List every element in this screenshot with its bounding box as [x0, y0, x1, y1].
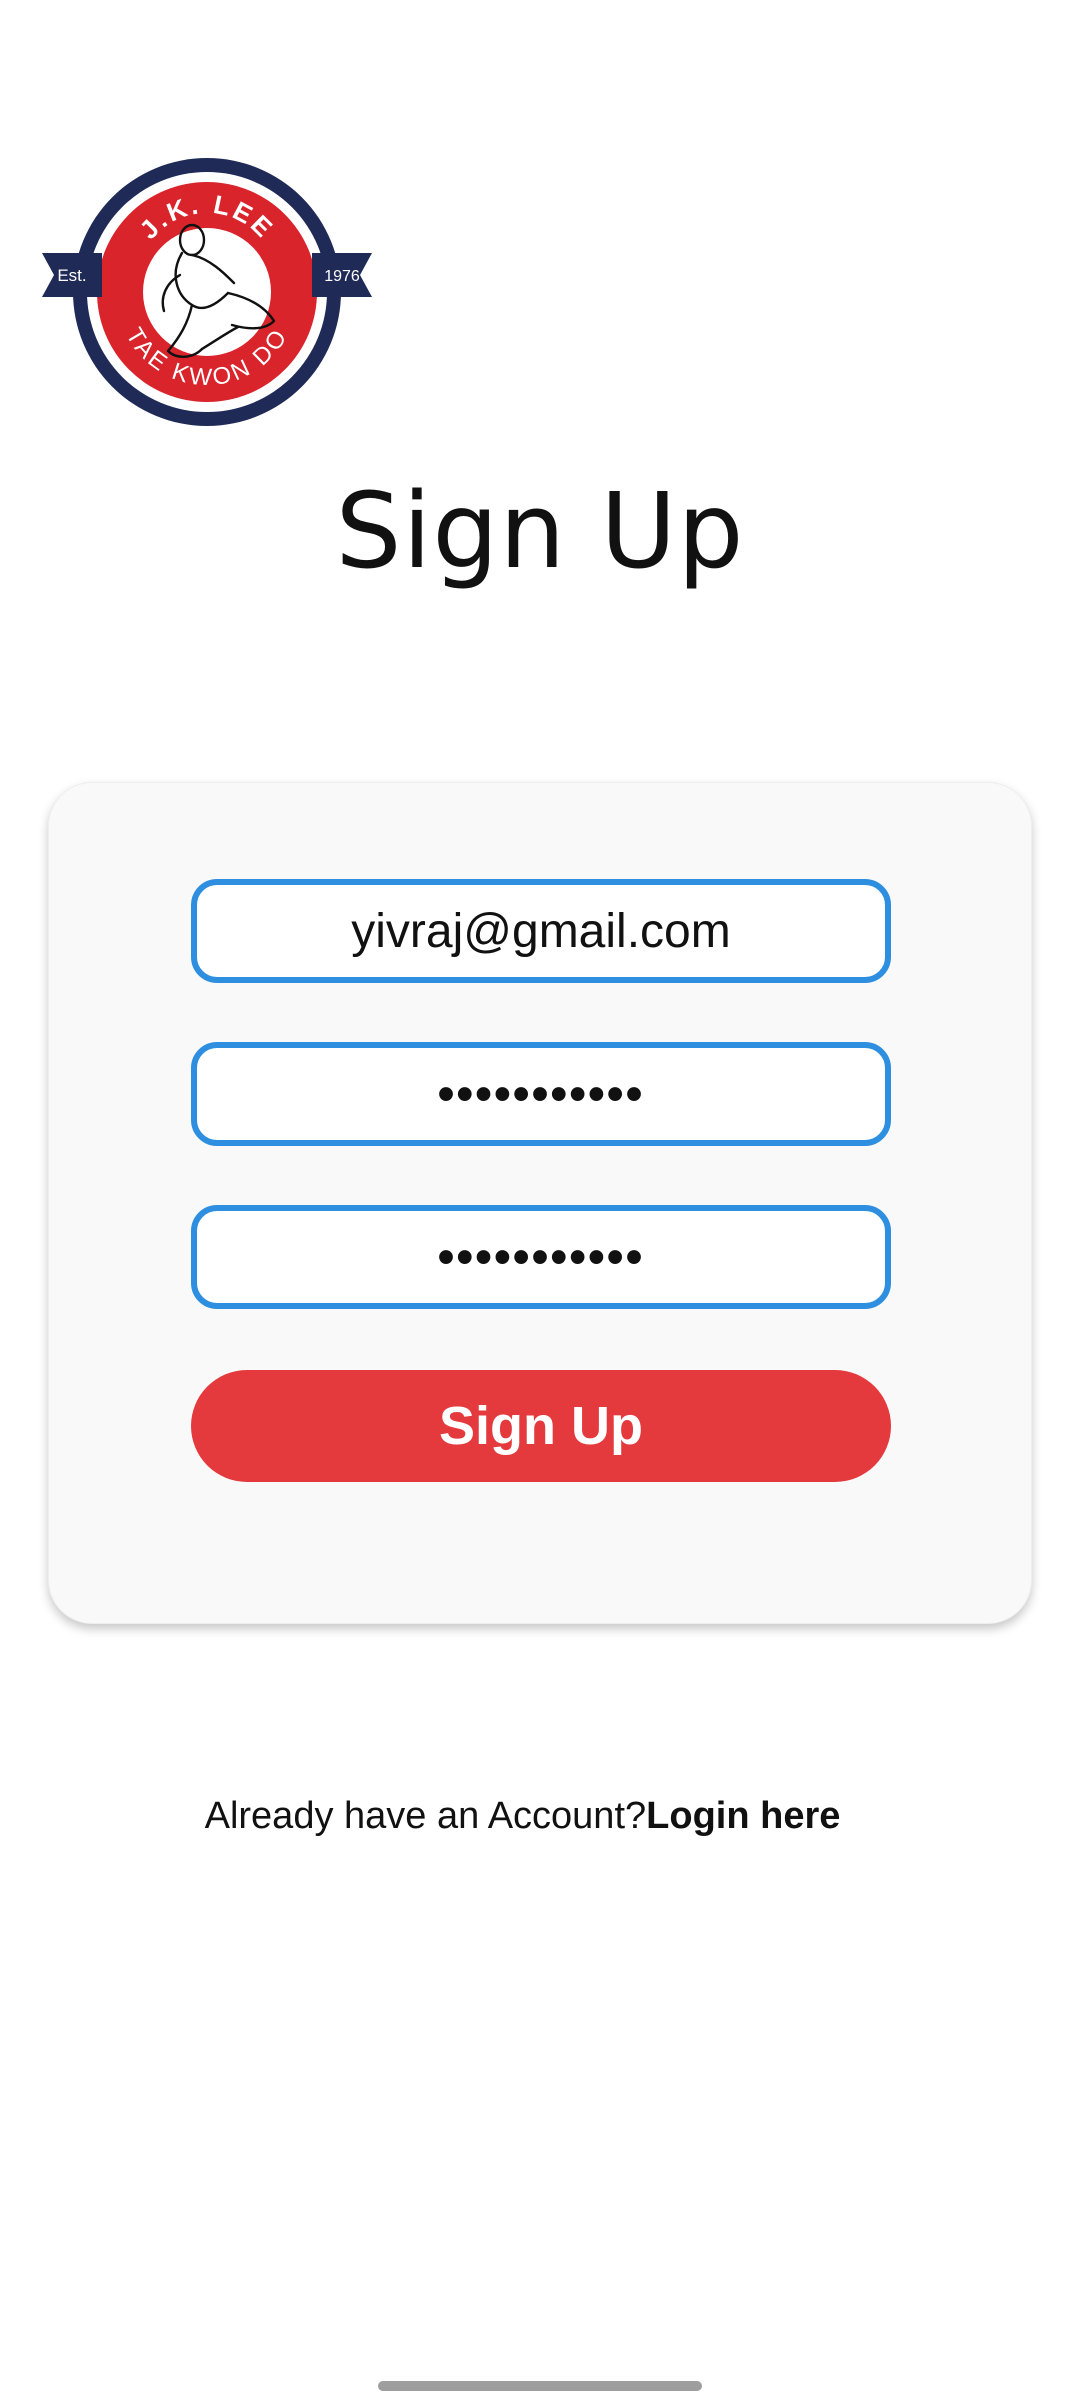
home-gesture-bar[interactable]	[378, 2381, 702, 2391]
password-mask: •••••••••••	[437, 1067, 645, 1121]
login-prompt-text: Already have an Account?	[204, 1795, 647, 1837]
signup-screen: Est. 1976 J.K. LEE TAE KWON DO Sign Up y…	[0, 0, 1080, 2408]
sign-up-button[interactable]: Sign Up	[191, 1370, 891, 1482]
login-here-link[interactable]: Login here	[646, 1795, 840, 1837]
confirm-password-mask: •••••••••••	[437, 1230, 645, 1284]
logo-est-text: Est.	[57, 266, 86, 285]
password-field[interactable]: •••••••••••	[191, 1042, 891, 1146]
page-title: Sign Up	[335, 470, 745, 592]
confirm-password-field[interactable]: •••••••••••	[191, 1205, 891, 1309]
jk-lee-taekwondo-logo: Est. 1976 J.K. LEE TAE KWON DO	[42, 155, 372, 430]
logo-year-text: 1976	[324, 268, 360, 285]
email-field[interactable]	[191, 879, 891, 983]
email-input[interactable]	[197, 885, 885, 977]
login-prompt: Already have an Account?Login here	[0, 1795, 1045, 1838]
signup-card: ••••••••••• ••••••••••• Sign Up	[48, 782, 1032, 1624]
